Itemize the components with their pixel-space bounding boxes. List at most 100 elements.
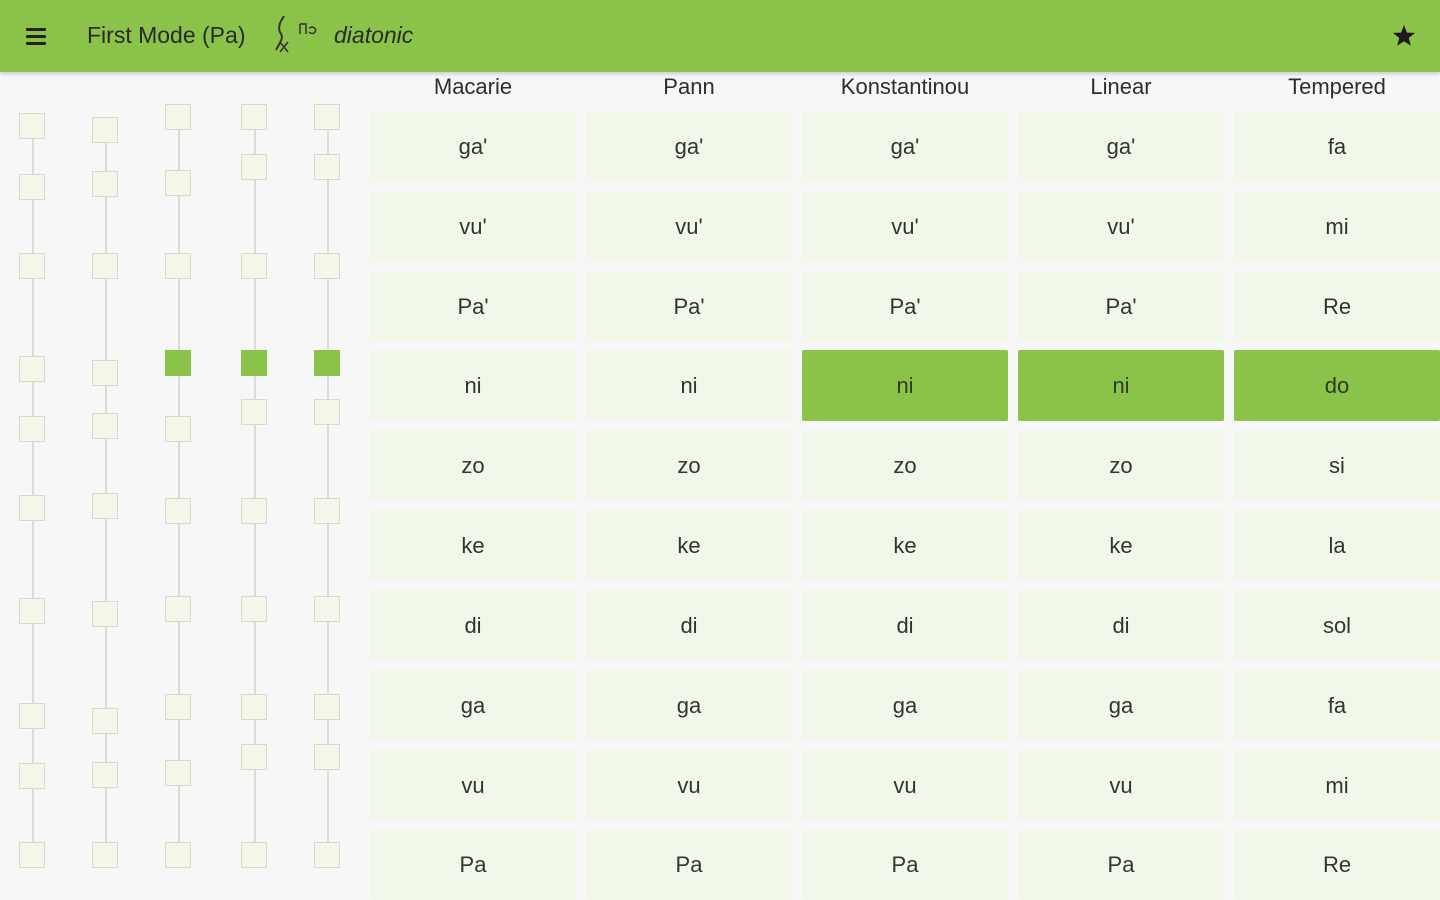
scale-note[interactable] (92, 601, 118, 627)
note-cell[interactable]: fa (1234, 111, 1440, 182)
scale-note[interactable] (241, 399, 267, 425)
note-cell[interactable]: di (802, 590, 1008, 661)
scale-note[interactable] (165, 104, 191, 130)
scale-note[interactable] (19, 416, 45, 442)
note-cell[interactable]: ke (802, 510, 1008, 581)
note-cell[interactable]: ni (586, 350, 792, 421)
scale-note[interactable] (165, 596, 191, 622)
note-cell[interactable]: zo (1018, 430, 1224, 501)
menu-icon[interactable] (18, 18, 54, 54)
note-cell[interactable]: Pa (370, 830, 576, 900)
scale-note[interactable] (165, 253, 191, 279)
scale-note[interactable] (19, 356, 45, 382)
note-cell[interactable]: zo (586, 430, 792, 501)
note-cell[interactable]: ga' (802, 111, 1008, 182)
note-cell[interactable]: ga' (370, 111, 576, 182)
note-cell[interactable]: vu (370, 750, 576, 821)
scale-note[interactable] (92, 493, 118, 519)
scale-note[interactable] (314, 399, 340, 425)
note-cell[interactable]: fa (1234, 670, 1440, 741)
scale-note[interactable] (165, 498, 191, 524)
scale-note[interactable] (19, 842, 45, 868)
note-cell[interactable]: Re (1234, 271, 1440, 342)
scale-note[interactable] (241, 694, 267, 720)
note-cell[interactable]: ni (370, 350, 576, 421)
scale-note[interactable] (241, 744, 267, 770)
note-cell[interactable]: Pa' (1018, 271, 1224, 342)
note-cell[interactable]: Pa (802, 830, 1008, 900)
note-cell[interactable]: zo (370, 430, 576, 501)
note-cell[interactable]: ga (1018, 670, 1224, 741)
note-cell[interactable]: si (1234, 430, 1440, 501)
scale-note[interactable] (241, 104, 267, 130)
note-cell[interactable]: vu (586, 750, 792, 821)
scale-note[interactable] (92, 171, 118, 197)
note-cell[interactable]: vu' (370, 191, 576, 262)
scale-note[interactable] (19, 598, 45, 624)
scale-note[interactable] (241, 498, 267, 524)
note-cell[interactable]: Pa' (802, 271, 1008, 342)
scale-note[interactable] (19, 703, 45, 729)
scale-note[interactable] (314, 842, 340, 868)
note-cell[interactable]: zo (802, 430, 1008, 501)
scale-note[interactable] (241, 154, 267, 180)
note-cell[interactable]: vu' (1018, 191, 1224, 262)
note-cell[interactable]: ga' (586, 111, 792, 182)
note-cell[interactable]: vu' (802, 191, 1008, 262)
scale-note[interactable] (165, 416, 191, 442)
note-cell[interactable]: vu (802, 750, 1008, 821)
scale-note-active[interactable] (314, 350, 340, 376)
scale-note[interactable] (241, 596, 267, 622)
scale-note[interactable] (241, 842, 267, 868)
scale-note[interactable] (165, 760, 191, 786)
note-cell[interactable]: ga' (1018, 111, 1224, 182)
note-cell[interactable]: Pa' (370, 271, 576, 342)
note-cell[interactable]: Pa (586, 830, 792, 900)
scale-note[interactable] (19, 495, 45, 521)
note-cell[interactable]: mi (1234, 191, 1440, 262)
scale-note[interactable] (314, 596, 340, 622)
note-cell[interactable]: Pa (1018, 830, 1224, 900)
note-cell[interactable]: ga (370, 670, 576, 741)
note-cell[interactable]: ke (1018, 510, 1224, 581)
scale-note[interactable] (314, 154, 340, 180)
note-cell[interactable]: ke (586, 510, 792, 581)
scale-note-active[interactable] (165, 350, 191, 376)
scale-note[interactable] (314, 498, 340, 524)
scale-note[interactable] (165, 842, 191, 868)
note-cell[interactable]: ga (802, 670, 1008, 741)
note-cell[interactable]: di (586, 590, 792, 661)
note-cell[interactable]: di (370, 590, 576, 661)
scale-note[interactable] (19, 113, 45, 139)
scale-note[interactable] (92, 762, 118, 788)
note-cell[interactable]: ke (370, 510, 576, 581)
note-cell[interactable]: mi (1234, 750, 1440, 821)
note-cell[interactable]: ga (586, 670, 792, 741)
scale-note[interactable] (92, 413, 118, 439)
star-icon[interactable] (1384, 16, 1424, 56)
scale-note[interactable] (19, 763, 45, 789)
scale-note-active[interactable] (241, 350, 267, 376)
scale-note[interactable] (19, 253, 45, 279)
scale-note[interactable] (92, 117, 118, 143)
scale-note[interactable] (92, 253, 118, 279)
scale-note[interactable] (19, 174, 45, 200)
scale-note[interactable] (314, 744, 340, 770)
scale-note[interactable] (92, 360, 118, 386)
scale-note[interactable] (92, 842, 118, 868)
note-cell[interactable]: Re (1234, 830, 1440, 900)
note-cell-selected[interactable]: do (1234, 350, 1440, 421)
note-cell[interactable]: vu (1018, 750, 1224, 821)
scale-note[interactable] (92, 708, 118, 734)
scale-note[interactable] (165, 170, 191, 196)
note-cell[interactable]: di (1018, 590, 1224, 661)
scale-note[interactable] (314, 694, 340, 720)
note-cell[interactable]: la (1234, 510, 1440, 581)
note-cell[interactable]: Pa' (586, 271, 792, 342)
scale-note[interactable] (241, 253, 267, 279)
note-cell[interactable]: vu' (586, 191, 792, 262)
note-cell[interactable]: sol (1234, 590, 1440, 661)
note-cell-selected[interactable]: ni (802, 350, 1008, 421)
scale-note[interactable] (165, 694, 191, 720)
scale-note[interactable] (314, 253, 340, 279)
